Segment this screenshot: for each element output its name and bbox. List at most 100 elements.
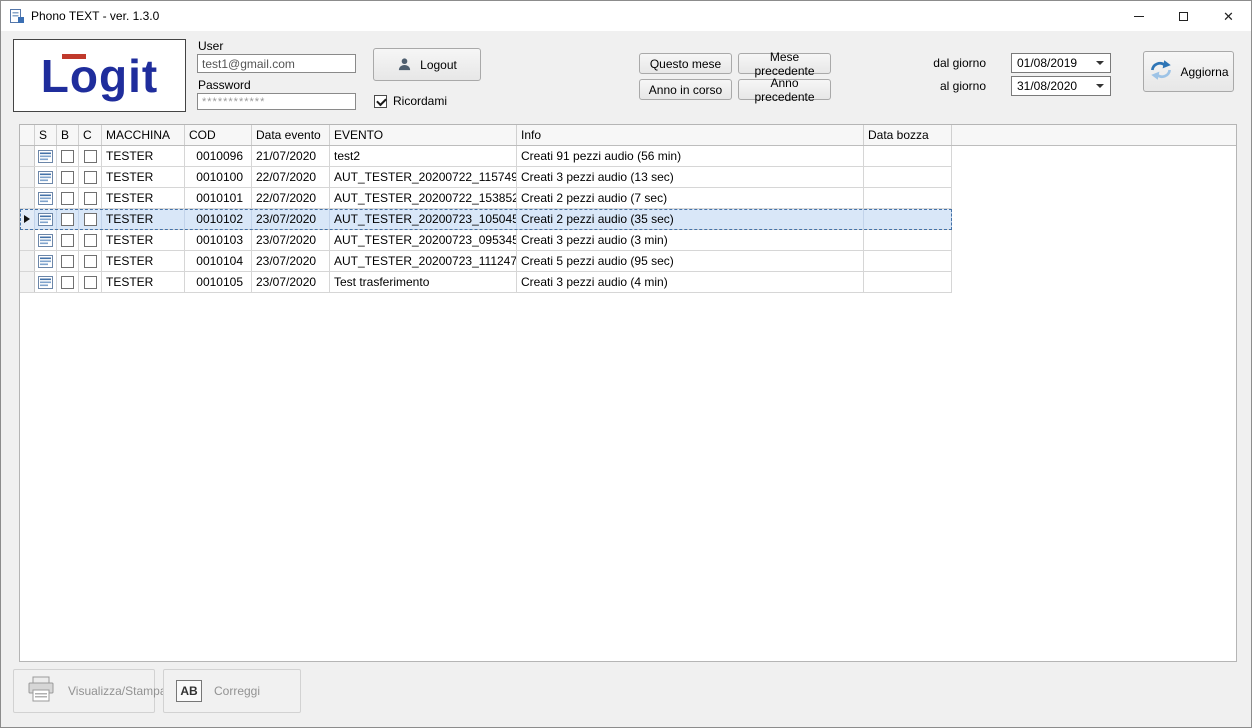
date-from-value: 01/08/2019: [1017, 56, 1077, 70]
checkbox-b-cell[interactable]: [57, 188, 79, 208]
checkbox[interactable]: [61, 171, 74, 184]
date-from-select[interactable]: 01/08/2019: [1011, 53, 1111, 73]
person-icon: [397, 57, 412, 72]
window-title: Phono TEXT - ver. 1.3.0: [31, 9, 159, 23]
cell-data-evento: 23/07/2020: [252, 272, 330, 292]
checkbox-b-cell[interactable]: [57, 209, 79, 229]
document-icon[interactable]: [38, 192, 53, 205]
col-header-s[interactable]: S: [35, 125, 57, 145]
checkbox-c-cell[interactable]: [79, 251, 102, 271]
anno-precedente-button[interactable]: Anno precedente: [738, 79, 831, 100]
checkbox[interactable]: [61, 234, 74, 247]
remember-checkbox[interactable]: Ricordami: [374, 94, 447, 108]
table-row[interactable]: TESTER 0010104 23/07/2020 AUT_TESTER_202…: [20, 251, 952, 272]
chevron-down-icon: [1096, 61, 1104, 65]
doc-icon-cell[interactable]: [35, 251, 57, 271]
col-header-b[interactable]: B: [57, 125, 79, 145]
row-header[interactable]: [20, 251, 35, 271]
close-button[interactable]: ✕: [1206, 1, 1251, 31]
checkbox-c-cell[interactable]: [79, 209, 102, 229]
cell-evento: AUT_TESTER_20200723_095345: [330, 230, 517, 250]
document-icon[interactable]: [38, 234, 53, 247]
table-row-selected[interactable]: TESTER 0010102 23/07/2020 AUT_TESTER_202…: [20, 209, 952, 230]
checkbox-b-cell[interactable]: [57, 272, 79, 292]
checkbox[interactable]: [84, 150, 97, 163]
checkbox-c-cell[interactable]: [79, 230, 102, 250]
document-icon[interactable]: [38, 255, 53, 268]
doc-icon-cell[interactable]: [35, 209, 57, 229]
col-header-data-bozza[interactable]: Data bozza: [864, 125, 952, 145]
table-row[interactable]: TESTER 0010101 22/07/2020 AUT_TESTER_202…: [20, 188, 952, 209]
checkbox[interactable]: [84, 234, 97, 247]
table-row[interactable]: TESTER 0010100 22/07/2020 AUT_TESTER_202…: [20, 167, 952, 188]
checkbox[interactable]: [61, 276, 74, 289]
doc-icon-cell[interactable]: [35, 167, 57, 187]
cell-data-bozza: [864, 146, 952, 166]
cell-data-bozza: [864, 167, 952, 187]
mese-precedente-button[interactable]: Mese precedente: [738, 53, 831, 74]
row-header[interactable]: [20, 146, 35, 166]
password-input[interactable]: [197, 93, 356, 110]
cell-data-evento: 23/07/2020: [252, 230, 330, 250]
correggi-button[interactable]: AB Correggi: [163, 669, 301, 713]
document-icon[interactable]: [38, 150, 53, 163]
minimize-button[interactable]: [1116, 1, 1161, 31]
checkbox-c-cell[interactable]: [79, 167, 102, 187]
table-row[interactable]: TESTER 0010096 21/07/2020 test2 Creati 9…: [20, 146, 952, 167]
checkbox-c-cell[interactable]: [79, 272, 102, 292]
cell-data-evento: 21/07/2020: [252, 146, 330, 166]
checkbox-c-cell[interactable]: [79, 146, 102, 166]
col-header-info[interactable]: Info: [517, 125, 864, 145]
checkbox[interactable]: [84, 192, 97, 205]
col-header-cod[interactable]: COD: [185, 125, 252, 145]
cell-macchina: TESTER: [102, 272, 185, 292]
date-to-select[interactable]: 31/08/2020: [1011, 76, 1111, 96]
row-header[interactable]: [20, 272, 35, 292]
row-header[interactable]: [20, 230, 35, 250]
row-header[interactable]: [20, 167, 35, 187]
checkbox[interactable]: [61, 150, 74, 163]
checkbox-b-cell[interactable]: [57, 230, 79, 250]
row-header[interactable]: [20, 188, 35, 208]
document-icon[interactable]: [38, 276, 53, 289]
doc-icon-cell[interactable]: [35, 272, 57, 292]
cell-info: Creati 3 pezzi audio (3 min): [517, 230, 864, 250]
visualizza-stampa-button[interactable]: Visualizza/Stampa: [13, 669, 155, 713]
checkbox-b-cell[interactable]: [57, 146, 79, 166]
aggiorna-button[interactable]: Aggiorna: [1143, 51, 1234, 92]
doc-icon-cell[interactable]: [35, 230, 57, 250]
checkbox[interactable]: [61, 213, 74, 226]
cell-evento: AUT_TESTER_20200722_115749: [330, 167, 517, 187]
col-header-evento[interactable]: EVENTO: [330, 125, 517, 145]
document-icon[interactable]: [38, 213, 53, 226]
maximize-button[interactable]: [1161, 1, 1206, 31]
table-row[interactable]: TESTER 0010105 23/07/2020 Test trasferim…: [20, 272, 952, 293]
col-header-data-evento[interactable]: Data evento: [252, 125, 330, 145]
user-input[interactable]: [197, 54, 356, 73]
doc-icon-cell[interactable]: [35, 188, 57, 208]
checkbox-b-cell[interactable]: [57, 167, 79, 187]
checkbox-b-cell[interactable]: [57, 251, 79, 271]
col-header-c[interactable]: C: [79, 125, 102, 145]
cell-info: Creati 3 pezzi audio (4 min): [517, 272, 864, 292]
refresh-icon: [1148, 59, 1174, 84]
table-row[interactable]: TESTER 0010103 23/07/2020 AUT_TESTER_202…: [20, 230, 952, 251]
checkbox[interactable]: [84, 255, 97, 268]
col-header-macchina[interactable]: MACCHINA: [102, 125, 185, 145]
document-icon[interactable]: [38, 171, 53, 184]
events-table: S B C MACCHINA COD Data evento EVENTO In…: [19, 124, 1237, 662]
checkbox[interactable]: [61, 255, 74, 268]
row-header[interactable]: [20, 209, 35, 229]
checkbox-c-cell[interactable]: [79, 188, 102, 208]
logout-button[interactable]: Logout: [373, 48, 481, 81]
checkbox[interactable]: [84, 213, 97, 226]
checkbox[interactable]: [84, 276, 97, 289]
checkbox[interactable]: [84, 171, 97, 184]
checkbox-icon[interactable]: [374, 95, 387, 108]
toolbar: Logit User Password Logout Ricordami Que…: [1, 31, 1251, 124]
anno-in-corso-button[interactable]: Anno in corso: [639, 79, 732, 100]
checkbox[interactable]: [61, 192, 74, 205]
date-to-value: 31/08/2020: [1017, 79, 1077, 93]
doc-icon-cell[interactable]: [35, 146, 57, 166]
questo-mese-button[interactable]: Questo mese: [639, 53, 732, 74]
